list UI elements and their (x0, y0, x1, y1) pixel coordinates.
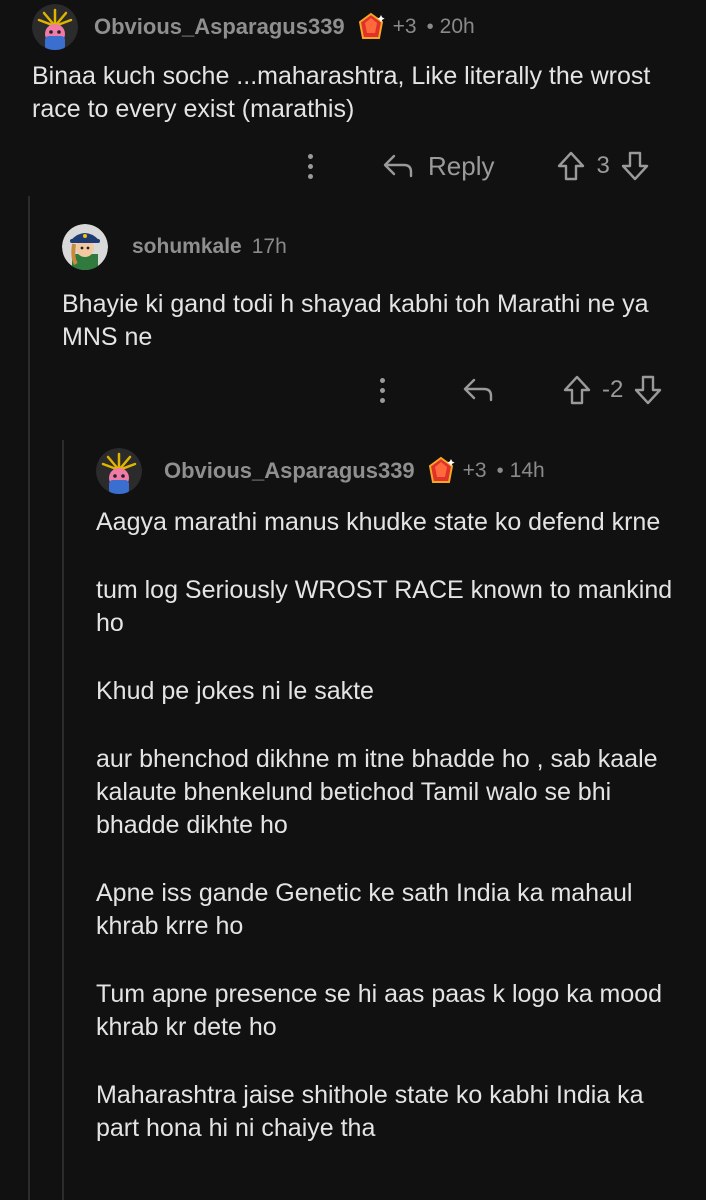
comment-body: Aagya marathi manus khudke state ko defe… (96, 506, 686, 1145)
comment-3: Obvious_Asparagus339 +3 • 14h Aagya mara… (96, 448, 692, 1145)
downvote-arrow-icon[interactable] (633, 374, 663, 406)
comment-2-actions: -2 (372, 374, 663, 406)
thread-line-level-2[interactable] (62, 440, 64, 1200)
timestamp: 20h (439, 15, 475, 38)
comment-2: sohumkale 17h Bhayie ki gand todi h shay… (62, 224, 682, 354)
asparagus-avatar-icon[interactable] (96, 448, 142, 494)
more-options-icon[interactable] (300, 151, 320, 181)
username[interactable]: Obvious_Asparagus339 (94, 14, 345, 40)
comment-paragraph: Maharashtra jaise shithole state ko kabh… (96, 1081, 644, 1142)
karma-badge: +3 (392, 15, 417, 38)
separator-dot: • (496, 459, 504, 482)
reply-arrow-icon[interactable] (382, 153, 414, 179)
comment-paragraph: Bhayie ki gand todi h shayad kabhi toh M… (62, 290, 649, 351)
comment-paragraph: aur bhenchod dikhne m itne bhadde ho , s… (96, 745, 658, 839)
thread-line-level-1[interactable] (28, 196, 30, 1200)
username[interactable]: sohumkale (132, 235, 242, 259)
comment-paragraph: Aagya marathi manus khudke state ko defe… (96, 508, 661, 536)
comment-paragraph: Tum apne presence se hi aas paas k logo … (96, 980, 663, 1041)
separator-dot: • (426, 15, 434, 38)
comment-paragraph: Binaa kuch soche ...maharashtra, Like li… (32, 62, 651, 123)
reply-button[interactable]: Reply (428, 151, 494, 182)
timestamp: 14h (509, 459, 545, 482)
comment-1-actions: Reply 3 (300, 150, 650, 182)
comment-header: Obvious_Asparagus339 +3 • 20h (32, 4, 692, 50)
comment-paragraph: Khud pe jokes ni le sakte (96, 677, 374, 705)
captain-avatar-icon[interactable] (62, 224, 108, 270)
comment-header: sohumkale 17h (62, 224, 682, 270)
upvote-arrow-icon[interactable] (556, 150, 586, 182)
asparagus-avatar-icon[interactable] (32, 4, 78, 50)
more-options-icon[interactable] (372, 375, 392, 405)
comment-header: Obvious_Asparagus339 +3 • 14h (96, 448, 692, 494)
downvote-arrow-icon[interactable] (620, 150, 650, 182)
upvote-arrow-icon[interactable] (562, 374, 592, 406)
red-gem-flair-icon (427, 456, 455, 486)
vote-score: -2 (602, 376, 624, 403)
reply-arrow-icon[interactable] (462, 377, 494, 403)
vote-score: 3 (596, 152, 610, 179)
timestamp: 17h (251, 235, 287, 258)
comment-body: Binaa kuch soche ...maharashtra, Like li… (32, 60, 672, 126)
username[interactable]: Obvious_Asparagus339 (164, 458, 415, 484)
karma-badge: +3 (462, 459, 487, 482)
comment-paragraph: Apne iss gande Genetic ke sath India ka … (96, 879, 633, 940)
red-gem-flair-icon (357, 12, 385, 42)
comment-body: Bhayie ki gand todi h shayad kabhi toh M… (62, 288, 672, 354)
comment-paragraph: tum log Seriously WROST RACE known to ma… (96, 576, 673, 637)
comment-1: Obvious_Asparagus339 +3 • 20h Binaa kuch… (32, 4, 692, 126)
